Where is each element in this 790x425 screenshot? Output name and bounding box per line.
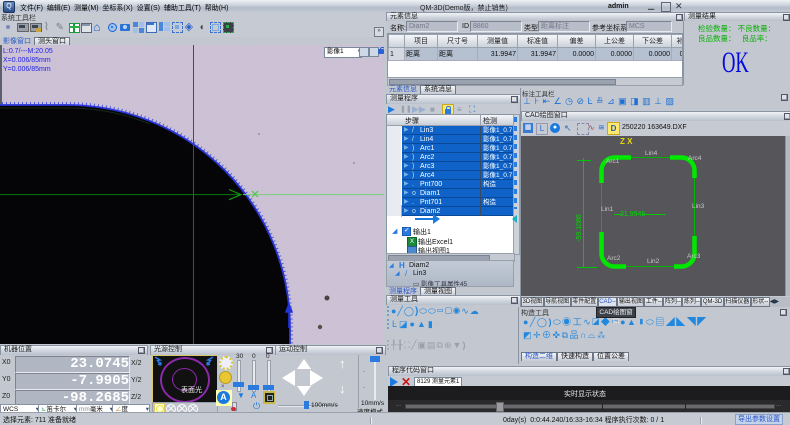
svg-text:-59.1086: -59.1086 — [576, 214, 583, 242]
svg-text:31.9946: 31.9946 — [620, 211, 645, 218]
svg-text:Lin3: Lin3 — [692, 203, 705, 210]
svg-text:Lin2: Lin2 — [647, 258, 660, 265]
svg-text:Arc3: Arc3 — [687, 253, 701, 260]
svg-text:Arc1: Arc1 — [606, 158, 620, 165]
svg-text:Lin1: Lin1 — [601, 206, 614, 213]
svg-text:Arc2: Arc2 — [607, 255, 621, 262]
svg-text:Lin4: Lin4 — [645, 150, 658, 157]
svg-text:Arc4: Arc4 — [688, 155, 702, 162]
svg-text:Z X: Z X — [620, 137, 633, 146]
